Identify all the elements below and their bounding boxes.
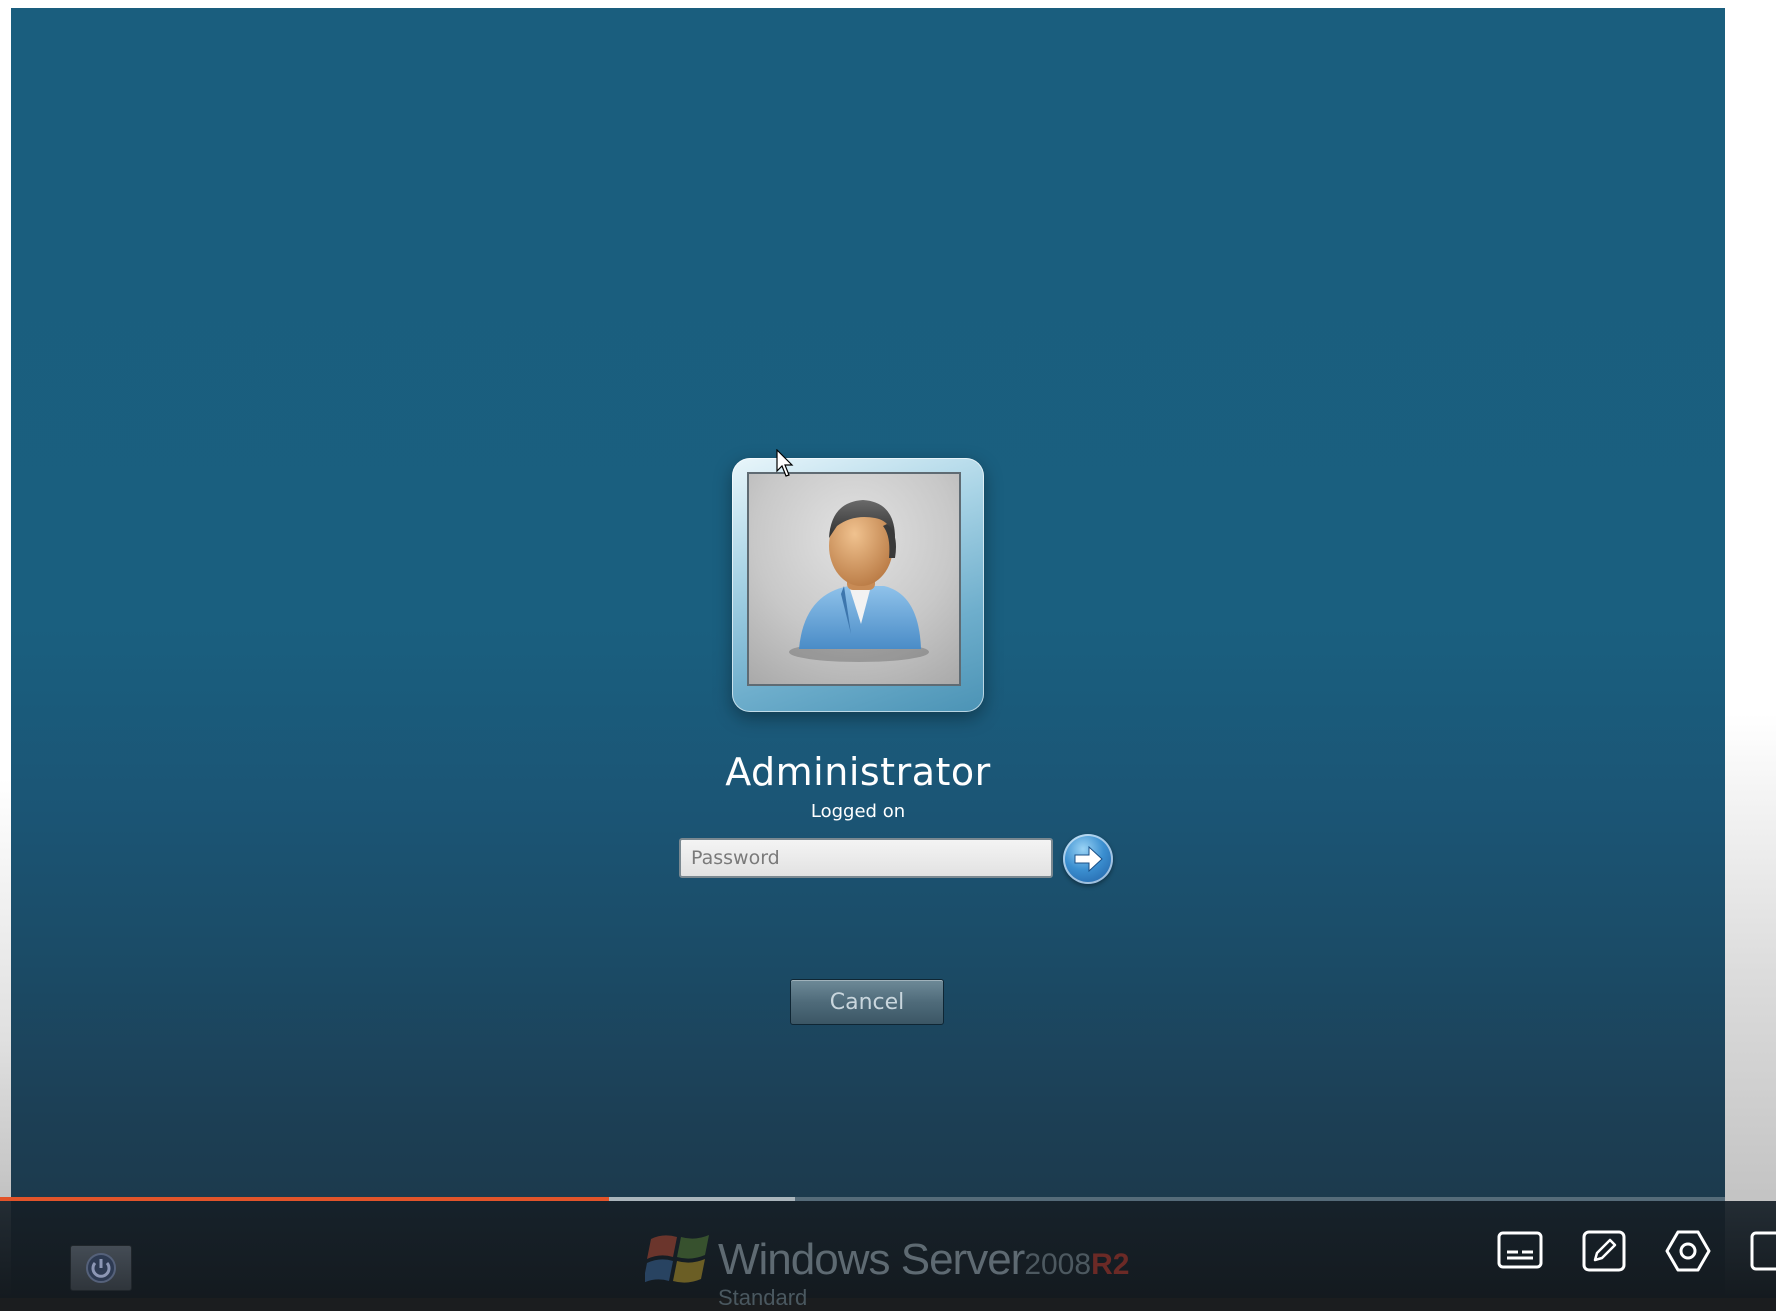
power-options-button[interactable] xyxy=(70,1245,132,1291)
windows-branding: Windows Server2008R2 xyxy=(718,1235,1129,1285)
bottom-bar: Windows Server2008R2 Standard xyxy=(0,1201,1776,1310)
power-options-icon xyxy=(86,1253,116,1283)
windows-flag-icon xyxy=(645,1235,709,1283)
fullscreen-icon[interactable] xyxy=(1748,1227,1776,1275)
password-input[interactable] xyxy=(679,838,1053,878)
subtitles-icon[interactable] xyxy=(1496,1227,1544,1275)
mouse-pointer-icon xyxy=(776,449,794,477)
arrow-right-icon xyxy=(1074,845,1103,873)
submit-arrow-button[interactable] xyxy=(1063,834,1113,884)
user-tile[interactable] xyxy=(732,458,984,712)
username-label: Administrator xyxy=(725,750,991,794)
cancel-button[interactable]: Cancel xyxy=(790,979,944,1025)
logon-status-text: Logged on xyxy=(810,801,906,822)
branding-product: Windows Server xyxy=(718,1235,1025,1284)
branding-edition: Standard xyxy=(718,1285,808,1310)
settings-icon[interactable] xyxy=(1664,1227,1712,1275)
branding-release: R2 xyxy=(1091,1248,1130,1281)
branding-year: 2008 xyxy=(1024,1248,1092,1281)
page-margin-left xyxy=(0,0,11,1298)
page-margin-top xyxy=(0,0,1776,8)
page-margin-right xyxy=(1725,0,1776,1298)
user-avatar-icon xyxy=(747,472,961,686)
edit-icon[interactable] xyxy=(1580,1227,1628,1275)
